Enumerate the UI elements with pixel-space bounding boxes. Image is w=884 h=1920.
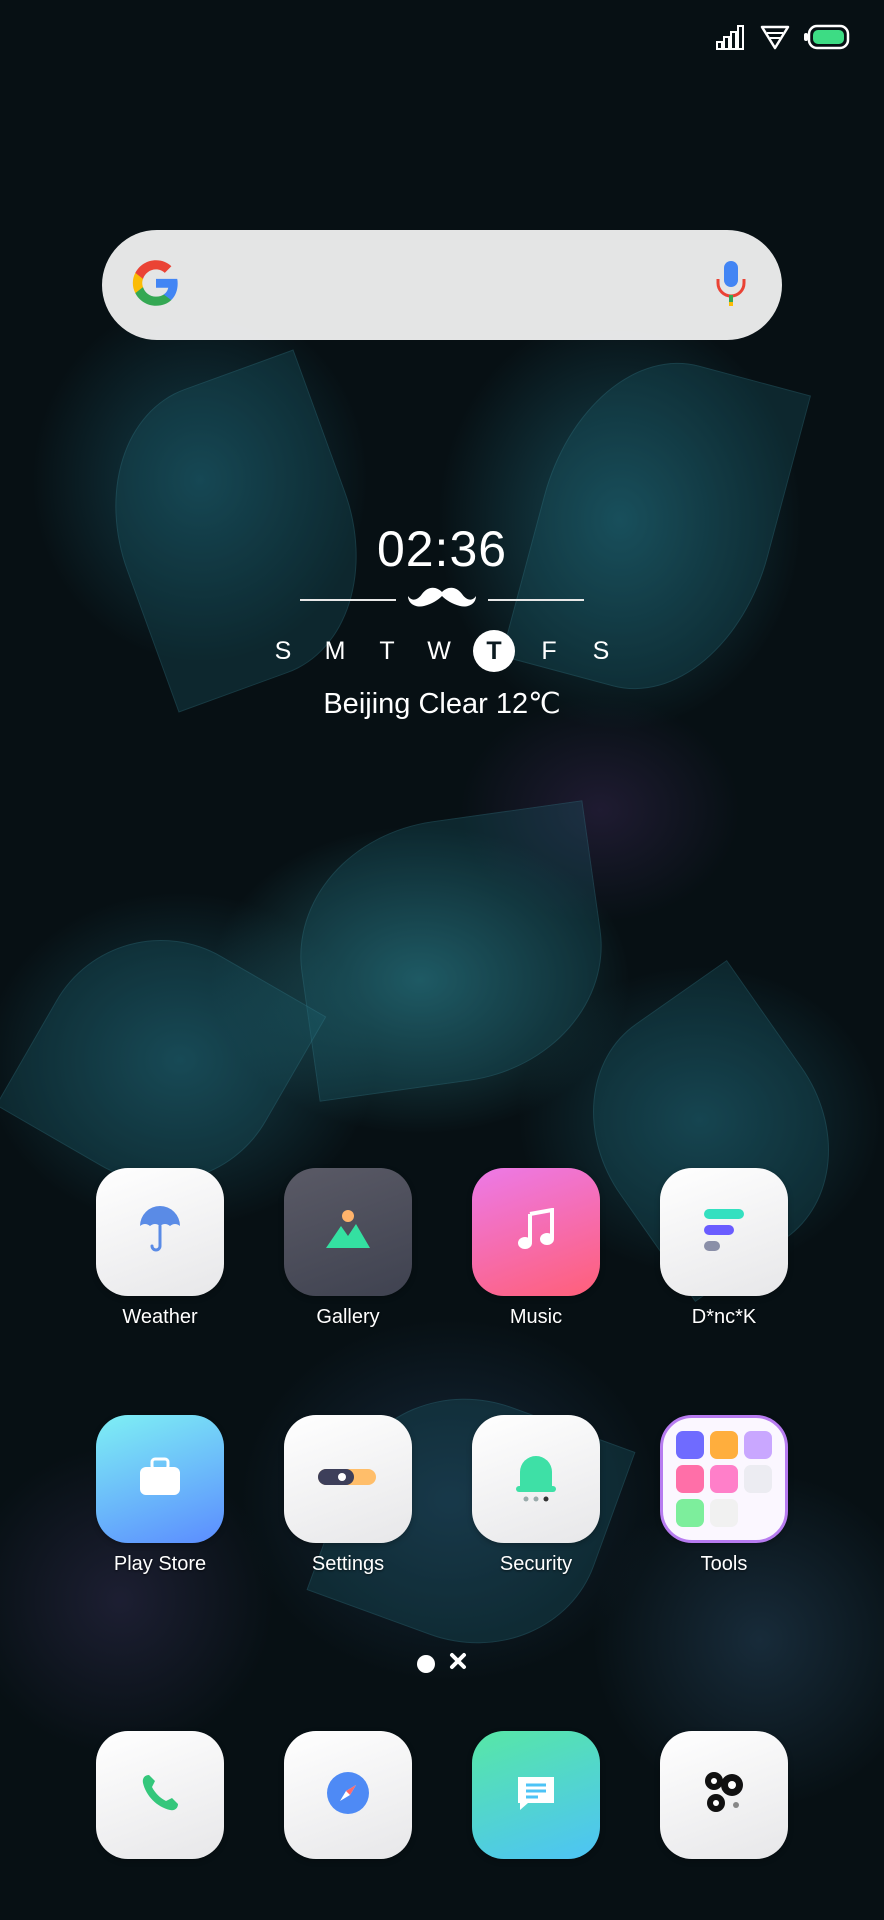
app-dnck[interactable]: D*nc*K <box>644 1168 804 1329</box>
app-security[interactable]: Security <box>456 1415 616 1576</box>
app-icon <box>96 1168 224 1296</box>
umbrella-icon <box>136 1204 184 1261</box>
messages-icon <box>514 1773 558 1818</box>
clock-divider <box>0 584 884 615</box>
app-music[interactable]: Music <box>456 1168 616 1329</box>
weekday: T <box>379 637 395 665</box>
browser-compass-icon <box>325 1770 371 1821</box>
mini-app-icon <box>676 1431 704 1459</box>
mountain-photo-icon <box>324 1208 372 1257</box>
folder-preview-grid <box>676 1431 772 1527</box>
app-tools-folder[interactable]: Tools <box>644 1415 804 1576</box>
mustache-icon <box>406 584 478 615</box>
app-icon <box>284 1415 412 1543</box>
weather-summary: Beijing Clear 12℃ <box>323 688 561 720</box>
app-label: Security <box>499 1553 573 1575</box>
mini-app-icon <box>676 1465 704 1493</box>
battery-icon <box>804 24 850 50</box>
app-label: D*nc*K <box>691 1306 757 1328</box>
app-gallery[interactable]: Gallery <box>268 1168 428 1329</box>
weekday: W <box>427 637 451 665</box>
weekday: S <box>274 637 292 665</box>
app-settings[interactable]: Settings <box>268 1415 428 1576</box>
mini-app-icon <box>676 1499 704 1527</box>
app-icon <box>660 1168 788 1296</box>
wifi-icon <box>760 24 790 50</box>
app-label: Play Store <box>113 1553 207 1575</box>
dock-browser[interactable] <box>268 1731 428 1859</box>
mini-app-icon <box>710 1499 738 1527</box>
app-icon <box>472 1415 600 1543</box>
weekday: M <box>324 637 346 665</box>
dock-phone[interactable] <box>80 1731 240 1859</box>
dock-messages[interactable] <box>456 1731 616 1859</box>
phone-icon <box>139 1772 181 1819</box>
mic-icon[interactable] <box>714 259 748 312</box>
app-play-store[interactable]: Play Store <box>80 1415 240 1576</box>
stacked-bars-logo-icon <box>702 1207 746 1258</box>
app-label: Weather <box>122 1306 198 1328</box>
clock-time: 02:36 <box>376 521 508 577</box>
app-label: Gallery <box>316 1306 380 1328</box>
wallpaper-leaf <box>283 800 619 1102</box>
app-icon <box>284 1168 412 1296</box>
status-bar <box>716 24 850 50</box>
mini-app-icon <box>744 1431 772 1459</box>
page-dot-active[interactable] <box>417 1654 435 1673</box>
app-icon <box>284 1731 412 1859</box>
signal-icon <box>716 24 746 50</box>
page-indicator[interactable] <box>0 1652 884 1675</box>
weekday-active: T <box>473 630 515 672</box>
weekday-row: S M T W T F S <box>0 630 884 672</box>
app-icon <box>96 1415 224 1543</box>
close-icon[interactable] <box>449 1652 467 1675</box>
mini-app-icon <box>710 1431 738 1459</box>
camera-icon <box>702 1769 746 1822</box>
shield-bell-icon <box>514 1452 558 1507</box>
app-label: Tools <box>700 1553 748 1575</box>
app-icon <box>96 1731 224 1859</box>
app-weather[interactable]: Weather <box>80 1168 240 1329</box>
folder-icon <box>660 1415 788 1543</box>
weekday: F <box>541 637 557 665</box>
mini-app-icon <box>710 1465 738 1493</box>
google-search-bar[interactable] <box>102 230 782 340</box>
clock-widget[interactable]: 02:36 S M T W T F S Beijing Clear 12℃ <box>0 520 884 721</box>
app-icon <box>660 1731 788 1859</box>
google-logo <box>130 257 182 314</box>
briefcase-icon <box>138 1457 182 1502</box>
music-note-icon <box>516 1207 556 1257</box>
app-label: Settings <box>311 1553 385 1575</box>
app-icon <box>472 1731 600 1859</box>
app-label: Music <box>509 1306 563 1328</box>
app-icon <box>472 1168 600 1296</box>
dock-camera[interactable] <box>644 1731 804 1859</box>
toggle-icon <box>318 1467 378 1492</box>
mini-app-icon <box>744 1465 772 1493</box>
weekday: S <box>592 637 610 665</box>
